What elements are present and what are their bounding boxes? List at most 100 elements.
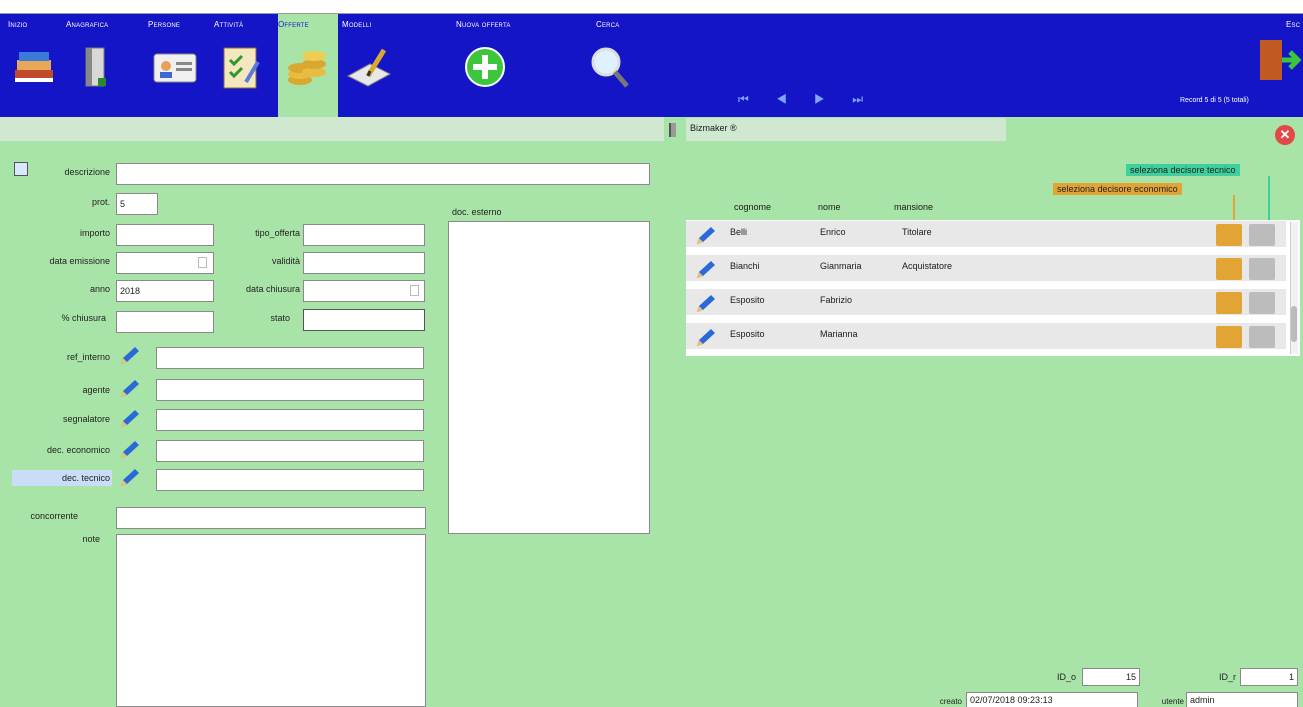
pencil-icon[interactable] xyxy=(694,226,716,246)
document-pen-icon xyxy=(346,48,392,87)
close-icon[interactable]: ✕ xyxy=(1275,125,1295,145)
cognome-cell: Esposito xyxy=(730,329,765,339)
select-economico-button[interactable] xyxy=(1216,258,1242,280)
col-mansione: mansione xyxy=(894,202,934,212)
prot-input[interactable]: 5 xyxy=(116,193,158,215)
pencil-icon[interactable] xyxy=(118,440,140,460)
nav-modelli-label: Modelli xyxy=(342,20,372,29)
books-icon xyxy=(15,52,53,82)
agente-input[interactable] xyxy=(156,379,424,401)
segnalatore-input[interactable] xyxy=(156,409,424,431)
economico-connector xyxy=(1233,195,1235,222)
select-economico-button[interactable] xyxy=(1216,224,1242,246)
pencil-icon[interactable] xyxy=(694,328,716,348)
company-name: Bizmaker ® xyxy=(690,123,737,133)
stato-select[interactable] xyxy=(303,309,425,331)
cognome-cell: Esposito xyxy=(730,295,765,305)
cognome-cell: Belli xyxy=(730,227,748,237)
anno-label: anno xyxy=(89,284,110,294)
id-o-field: 15 xyxy=(1082,668,1140,686)
utente-field: admin xyxy=(1186,692,1298,707)
select-tecnico-button[interactable] xyxy=(1249,258,1275,280)
nav-inizio[interactable]: Inizio xyxy=(8,14,60,117)
seleziona-decisore-economico-tag: seleziona decisore economico xyxy=(1053,183,1182,195)
record-count: Record 5 di 5 (5 totali) xyxy=(1180,97,1249,104)
concorrente-input[interactable] xyxy=(116,507,426,529)
select-economico-button[interactable] xyxy=(1216,292,1242,314)
tipo-offerta-input[interactable] xyxy=(303,224,425,246)
checklist-icon xyxy=(223,47,260,89)
calendar-icon[interactable] xyxy=(410,285,419,296)
nav-nuova-offerta[interactable]: Nuova offerta xyxy=(456,14,536,117)
window-top-bar xyxy=(0,0,1303,14)
perc-chiusura-input[interactable] xyxy=(116,311,214,333)
nome-cell: Gianmaria xyxy=(820,261,862,271)
nav-esc[interactable]: Esc xyxy=(1256,14,1303,117)
plus-icon xyxy=(465,47,505,87)
select-economico-button[interactable] xyxy=(1216,326,1242,348)
table-row[interactable]: Esposito Marianna xyxy=(686,323,1286,350)
checkbox-icon[interactable] xyxy=(14,162,28,176)
data-chiusura-input[interactable] xyxy=(303,280,425,302)
doc-esterno-label: doc. esterno xyxy=(452,207,502,217)
nav-attivita[interactable]: Attività xyxy=(214,14,274,117)
nav-cerca[interactable]: Cerca xyxy=(591,14,646,117)
nav-attivita-label: Attività xyxy=(214,20,244,29)
company-icon xyxy=(669,123,676,137)
binder-icon xyxy=(85,47,106,87)
nome-cell: Marianna xyxy=(820,329,858,339)
scrollbar-thumb[interactable] xyxy=(1291,306,1297,342)
id-r-label: ID_r xyxy=(1218,672,1236,682)
perc-chiusura-label: % chiusura xyxy=(61,313,106,323)
record-navigation[interactable]: ⏮ ◀ ▶ ⏭ xyxy=(738,92,875,107)
select-tecnico-button[interactable] xyxy=(1249,292,1275,314)
prot-label: prot. xyxy=(91,197,110,207)
coins-icon xyxy=(288,51,326,85)
id-r-field: 1 xyxy=(1240,668,1298,686)
pencil-icon[interactable] xyxy=(118,409,140,429)
col-nome: nome xyxy=(818,202,841,212)
select-tecnico-button[interactable] xyxy=(1249,224,1275,246)
calendar-icon[interactable] xyxy=(198,257,207,268)
descrizione-input[interactable] xyxy=(116,163,650,185)
data-chiusura-label: data chiusura xyxy=(245,284,300,294)
table-row[interactable]: Esposito Fabrizio xyxy=(686,289,1286,316)
tipo-offerta-label: tipo_offerta xyxy=(255,228,300,238)
table-row[interactable]: Bianchi Gianmaria Acquistatore xyxy=(686,255,1286,282)
tecnico-connector xyxy=(1268,176,1270,222)
segnalatore-label: segnalatore xyxy=(62,414,110,424)
pencil-icon[interactable] xyxy=(118,346,140,366)
nav-persone[interactable]: Persone xyxy=(148,14,208,117)
note-label: note xyxy=(82,534,100,544)
nav-nuova-offerta-label: Nuova offerta xyxy=(456,20,511,29)
descrizione-label: descrizione xyxy=(64,167,110,177)
ref-interno-input[interactable] xyxy=(156,347,424,369)
id-card-icon xyxy=(153,53,197,83)
pencil-icon[interactable] xyxy=(694,260,716,280)
nav-persone-label: Persone xyxy=(148,20,181,29)
exit-door-icon xyxy=(1260,40,1302,80)
importo-input[interactable] xyxy=(116,224,214,246)
note-textarea[interactable] xyxy=(116,534,426,707)
nav-offerte[interactable]: Offerte xyxy=(278,14,338,117)
select-tecnico-button[interactable] xyxy=(1249,326,1275,348)
pencil-icon[interactable] xyxy=(118,468,140,488)
dec-economico-input[interactable] xyxy=(156,440,424,462)
agente-label: agente xyxy=(82,385,110,395)
pencil-icon[interactable] xyxy=(118,379,140,399)
magnifier-icon xyxy=(591,47,629,88)
dec-tecnico-label: dec. tecnico xyxy=(61,473,110,483)
nav-modelli[interactable]: Modelli xyxy=(342,14,402,117)
mansione-cell: Acquistatore xyxy=(902,261,953,271)
utente-label: utente xyxy=(1161,697,1184,706)
nome-cell: Enrico xyxy=(820,227,846,237)
header-strip-left xyxy=(0,117,664,141)
pencil-icon[interactable] xyxy=(694,294,716,314)
validita-input[interactable] xyxy=(303,252,425,274)
nav-anagrafica[interactable]: Anagrafica xyxy=(66,14,136,117)
doc-esterno-box[interactable] xyxy=(448,221,650,534)
importo-label: importo xyxy=(79,228,110,238)
dec-tecnico-input[interactable] xyxy=(156,469,424,491)
main-toolbar: Inizio Anagrafica Persone Attività Offer… xyxy=(0,14,1303,117)
table-row[interactable]: Belli Enrico Titolare xyxy=(686,221,1286,248)
